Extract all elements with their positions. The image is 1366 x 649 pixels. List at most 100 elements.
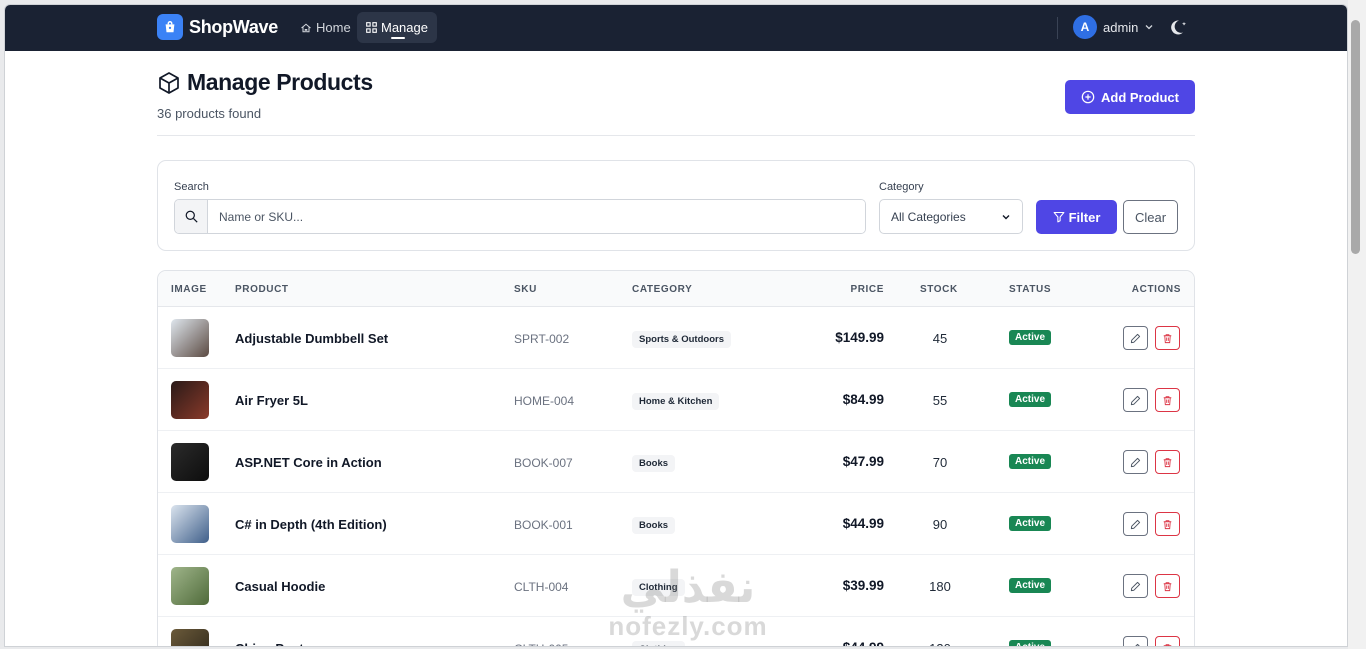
product-stock: 70 [932, 455, 948, 470]
category-badge: Books [632, 517, 676, 534]
delete-button[interactable] [1155, 388, 1180, 412]
col-sku[interactable]: SKU [514, 284, 537, 295]
product-stock: 90 [932, 517, 948, 532]
user-name: admin [1103, 19, 1139, 35]
edit-button[interactable] [1123, 636, 1148, 646]
product-thumbnail[interactable] [171, 443, 209, 481]
box-icon [159, 71, 179, 94]
nav-home-label: Home [316, 20, 351, 35]
chevron-down-icon [1145, 25, 1153, 30]
moon-icon [1171, 20, 1186, 35]
pencil-icon [1130, 581, 1141, 591]
user-menu[interactable]: A admin [1073, 15, 1154, 39]
filter-panel: Search Category All Categories Filter Cl… [157, 160, 1195, 251]
table-row[interactable]: Chino Pants CLTH-005 Clothing $44.99 130… [158, 617, 1194, 646]
nav-manage-link[interactable]: Manage [357, 12, 437, 43]
page-title: Manage Products [187, 69, 373, 95]
category-badge: Home & Kitchen [632, 393, 720, 410]
brand-name: ShopWave [189, 16, 278, 37]
status-badge: Active [1009, 640, 1052, 646]
category-badge: Clothing [632, 641, 685, 646]
delete-button[interactable] [1155, 636, 1180, 646]
pencil-icon [1130, 333, 1141, 343]
table-row[interactable]: Adjustable Dumbbell Set SPRT-002 Sports … [158, 307, 1194, 369]
scrollbar-thumb[interactable] [1351, 20, 1360, 254]
edit-button[interactable] [1123, 574, 1148, 598]
edit-button[interactable] [1123, 388, 1148, 412]
product-stock: 180 [929, 579, 951, 594]
search-group [174, 199, 866, 234]
product-thumbnail[interactable] [171, 629, 209, 646]
nav-home-link[interactable]: Home [291, 12, 360, 43]
product-sku: SPRT-002 [514, 332, 570, 346]
search-input[interactable] [208, 200, 865, 233]
table-row[interactable]: Casual Hoodie CLTH-004 Clothing $39.99 1… [158, 555, 1194, 617]
product-name: C# in Depth (4th Edition) [235, 517, 387, 532]
edit-button[interactable] [1123, 512, 1148, 536]
edit-button[interactable] [1123, 326, 1148, 350]
pencil-icon [1130, 457, 1141, 467]
trash-icon [1163, 333, 1172, 343]
col-stock[interactable]: STOCK [920, 284, 958, 295]
product-price: $44.99 [843, 640, 884, 646]
product-count: 36 products found [157, 106, 262, 121]
app-window: ShopWave Home Manage A admin Manage Prod… [4, 4, 1348, 647]
col-category[interactable]: CATEGORY [632, 284, 692, 295]
category-label: Category [879, 181, 924, 193]
funnel-icon [1053, 211, 1064, 223]
page-header: Manage Products 36 products found [157, 69, 1195, 121]
products-table: IMAGE PRODUCT SKU CATEGORY PRICE STOCK S… [157, 270, 1195, 646]
clear-button[interactable]: Clear [1123, 200, 1178, 234]
col-image: IMAGE [171, 284, 207, 295]
pencil-icon [1134, 643, 1141, 646]
status-badge: Active [1009, 454, 1052, 469]
trash-icon [1163, 395, 1172, 405]
status-badge: Active [1009, 578, 1052, 593]
col-price[interactable]: PRICE [850, 284, 884, 295]
shopping-bag-icon [157, 14, 183, 40]
trash-icon [1163, 643, 1172, 646]
product-sku: BOOK-001 [514, 518, 573, 532]
status-badge: Active [1009, 330, 1052, 345]
product-name: Adjustable Dumbbell Set [235, 331, 389, 346]
table-header: IMAGE PRODUCT SKU CATEGORY PRICE STOCK S… [158, 271, 1194, 307]
delete-button[interactable] [1155, 326, 1180, 350]
trash-icon [1163, 519, 1172, 529]
delete-button[interactable] [1155, 574, 1180, 598]
search-icon [175, 200, 208, 233]
nav-divider [1057, 17, 1058, 39]
table-row[interactable]: Air Fryer 5L HOME-004 Home & Kitchen $84… [158, 369, 1194, 431]
product-price: $47.99 [842, 454, 884, 469]
category-select[interactable]: All Categories [879, 199, 1023, 234]
trash-icon [1163, 457, 1172, 467]
product-sku: HOME-004 [514, 394, 575, 408]
active-indicator [391, 37, 405, 39]
col-status: STATUS [1009, 284, 1052, 295]
add-product-button[interactable]: Add Product [1065, 80, 1195, 114]
product-thumbnail[interactable] [171, 567, 209, 605]
product-thumbnail[interactable] [171, 319, 209, 357]
product-name: ASP.NET Core in Action [235, 455, 382, 470]
status-badge: Active [1009, 516, 1052, 531]
delete-button[interactable] [1155, 450, 1180, 474]
brand[interactable]: ShopWave [157, 14, 278, 40]
col-actions: ACTIONS [1131, 284, 1181, 295]
grid-icon [366, 22, 377, 33]
delete-button[interactable] [1155, 512, 1180, 536]
navbar: ShopWave Home Manage A admin [5, 5, 1347, 51]
product-thumbnail[interactable] [171, 505, 209, 543]
product-thumbnail[interactable] [171, 381, 209, 419]
category-badge: Sports & Outdoors [632, 331, 731, 348]
product-price: $44.99 [842, 516, 884, 531]
house-icon [301, 23, 311, 32]
edit-button[interactable] [1123, 450, 1148, 474]
product-price: $149.99 [835, 330, 884, 345]
table-row[interactable]: C# in Depth (4th Edition) BOOK-001 Books… [158, 493, 1194, 555]
col-product[interactable]: PRODUCT [235, 284, 289, 295]
plus-circle-icon [1081, 90, 1095, 104]
table-row[interactable]: ASP.NET Core in Action BOOK-007 Books $4… [158, 431, 1194, 493]
product-price: $84.99 [842, 392, 884, 407]
filter-button[interactable]: Filter [1036, 200, 1117, 234]
theme-toggle-button[interactable] [1171, 18, 1191, 38]
status-badge: Active [1009, 392, 1052, 407]
